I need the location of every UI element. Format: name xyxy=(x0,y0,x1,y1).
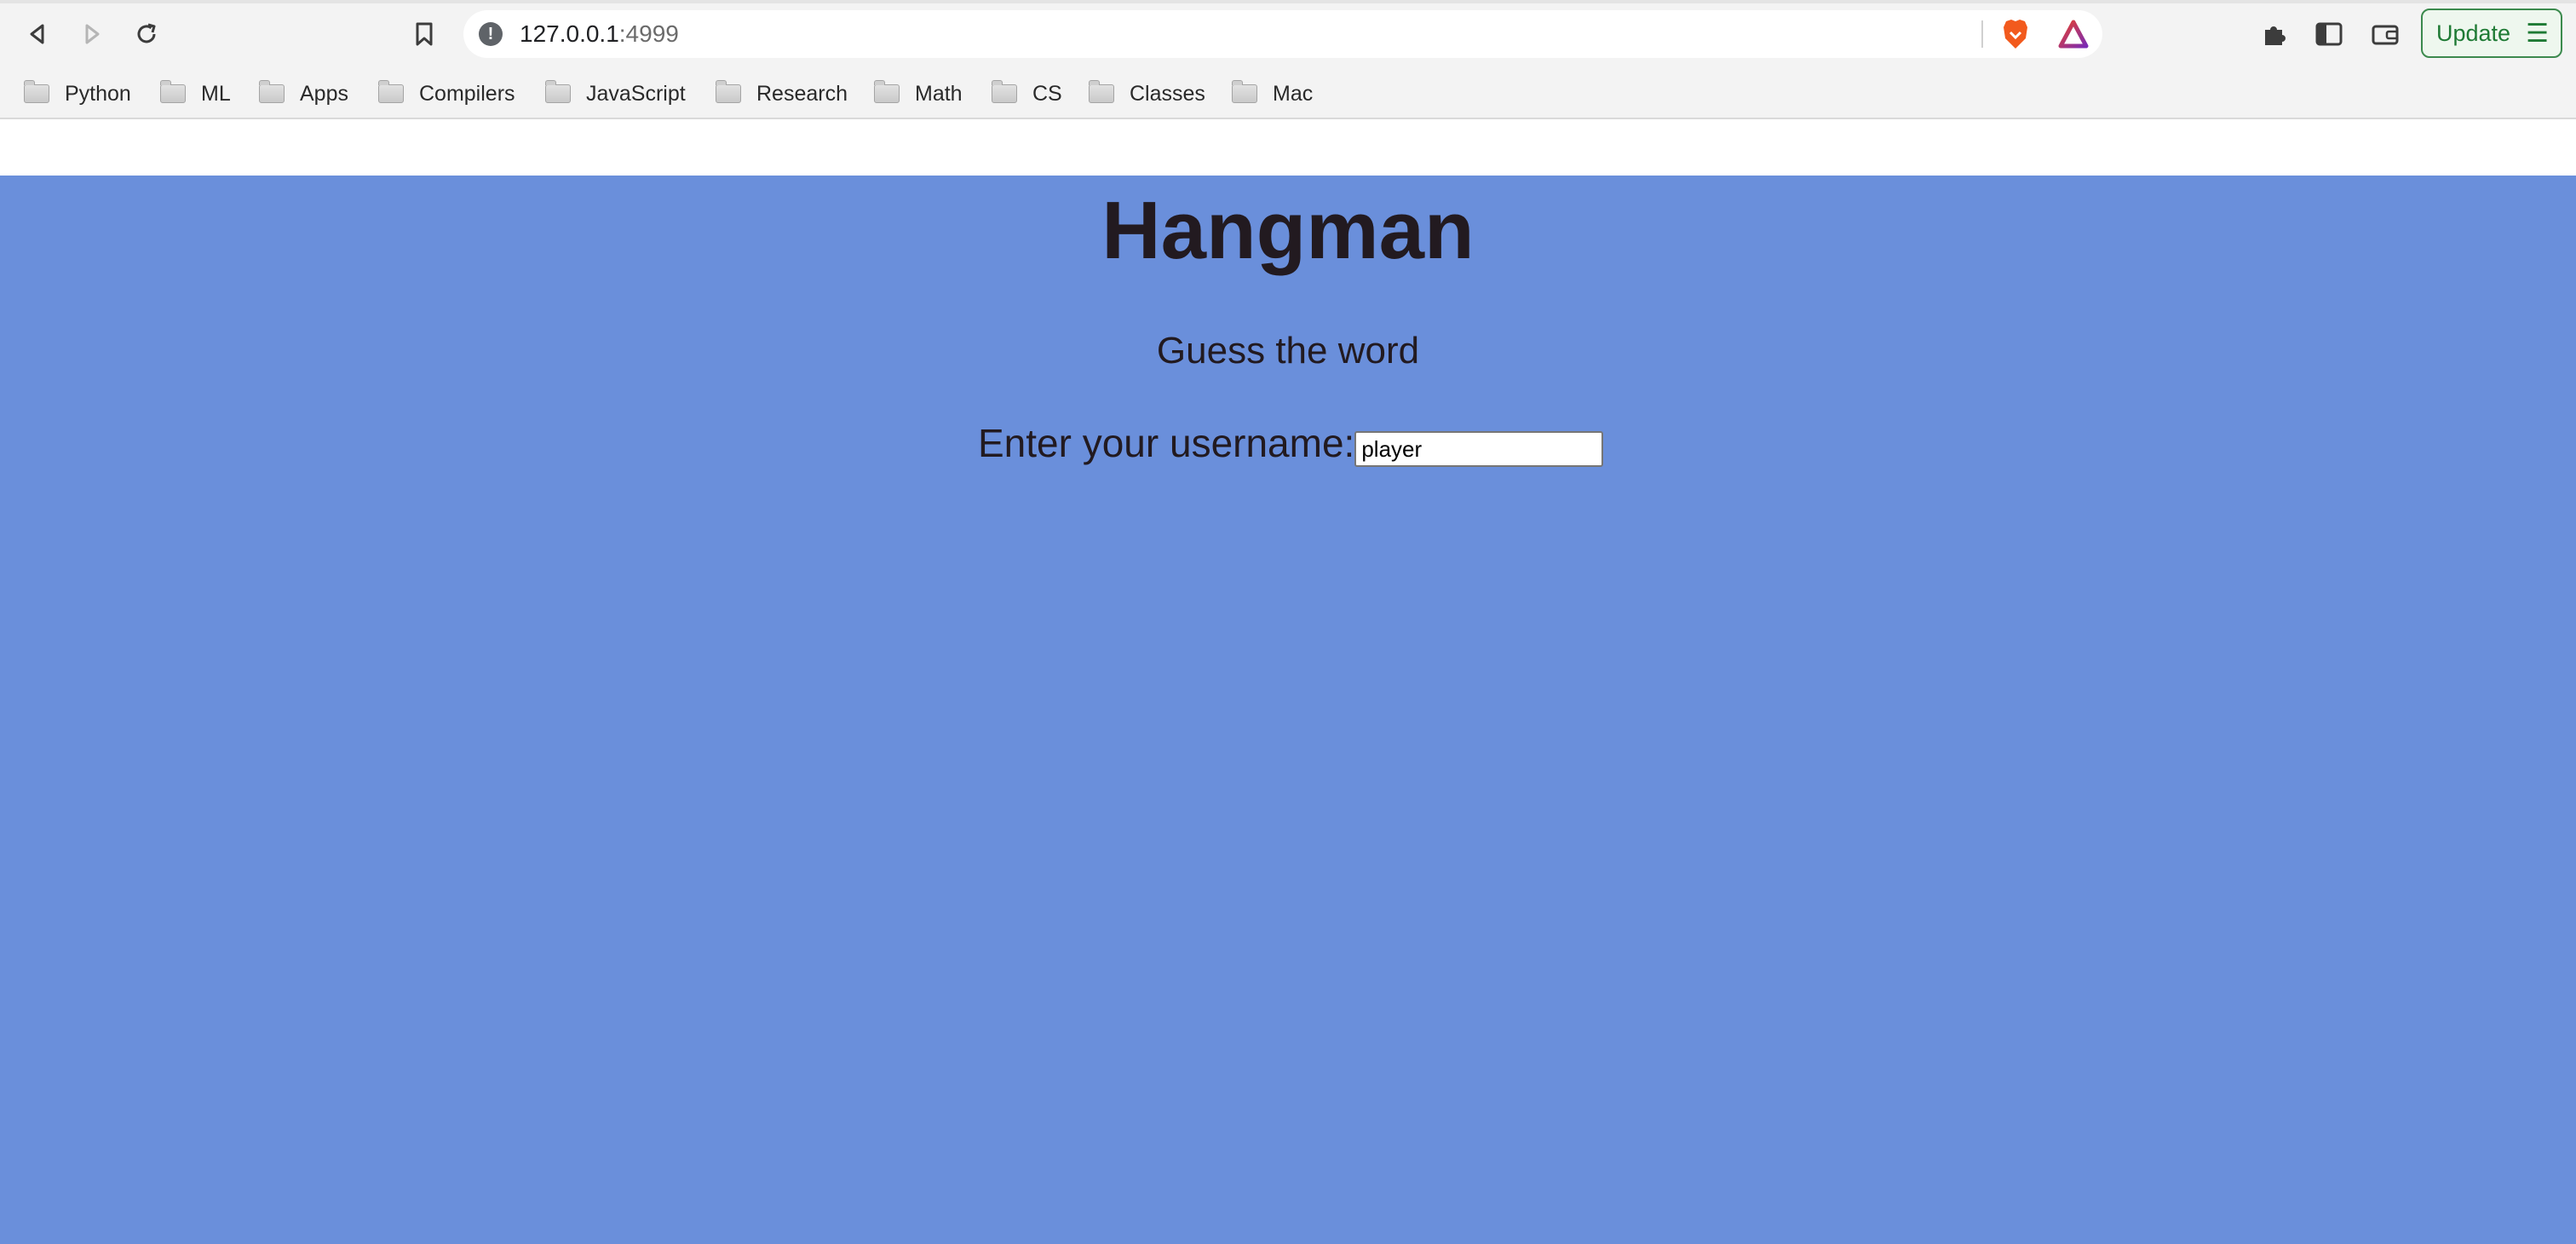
bookmark-label: CS xyxy=(1032,81,1062,106)
folder-icon xyxy=(160,80,186,103)
browser-toolbar: ! 127.0.0.1:4999 Update ☰ xyxy=(0,0,2576,68)
bookmark-label: Mac xyxy=(1273,81,1314,106)
bookmark-label: Apps xyxy=(300,81,348,106)
bookmark-folder-research[interactable]: Research xyxy=(716,77,848,111)
update-label: Update xyxy=(2436,20,2511,46)
wallet-icon[interactable] xyxy=(2366,14,2404,55)
bookmark-label: Math xyxy=(915,81,963,106)
folder-icon xyxy=(1089,80,1114,103)
bookmark-label: JavaScript xyxy=(586,81,686,106)
bookmark-label: Classes xyxy=(1130,81,1205,106)
page-subtitle: Guess the word xyxy=(1156,330,1420,371)
puzzle-icon[interactable] xyxy=(2256,14,2293,55)
bookmark-folder-apps[interactable]: Apps xyxy=(259,77,348,111)
bookmark-label: Python xyxy=(65,81,131,106)
address-bar[interactable]: ! 127.0.0.1:4999 xyxy=(463,10,2102,58)
hamburger-menu-icon[interactable]: ☰ xyxy=(2526,19,2549,49)
brave-lion-icon[interactable] xyxy=(1997,14,2034,55)
page-title: Hangman xyxy=(1101,185,1475,276)
bookmarks-bar: Python ML Apps Compilers JavaScript Rese… xyxy=(0,68,2576,119)
bookmark-label: Research xyxy=(756,81,848,106)
omnibox-divider xyxy=(1981,20,1983,48)
folder-icon xyxy=(1232,80,1257,103)
bookmark-folder-mac[interactable]: Mac xyxy=(1232,77,1313,111)
bookmark-label: Compilers xyxy=(419,81,515,106)
rewards-triangle-icon[interactable] xyxy=(2055,14,2092,55)
folder-icon xyxy=(874,80,900,103)
sidebar-icon[interactable] xyxy=(2310,14,2348,55)
forward-arrow-icon[interactable] xyxy=(72,14,112,55)
bookmark-folder-cs[interactable]: CS xyxy=(992,77,1062,111)
username-form: Enter your username: xyxy=(978,412,1604,469)
folder-icon xyxy=(545,80,571,103)
url-text[interactable]: 127.0.0.1:4999 xyxy=(520,20,679,48)
hangman-page: Hangman Guess the word Enter your userna… xyxy=(0,176,2576,1244)
folder-icon xyxy=(378,80,404,103)
bookmark-icon[interactable] xyxy=(404,14,445,55)
bookmark-folder-compilers[interactable]: Compilers xyxy=(378,77,515,111)
bookmark-folder-classes[interactable]: Classes xyxy=(1089,77,1205,111)
tab-strip xyxy=(0,0,2576,3)
back-arrow-icon[interactable] xyxy=(17,14,58,55)
update-button[interactable]: Update ☰ xyxy=(2421,9,2562,58)
bookmark-folder-ml[interactable]: ML xyxy=(160,77,231,111)
username-label: Enter your username: xyxy=(978,421,1355,465)
page-top-margin xyxy=(0,119,2576,176)
folder-icon xyxy=(24,80,49,103)
reload-icon[interactable] xyxy=(126,14,167,55)
info-icon[interactable]: ! xyxy=(479,22,503,46)
folder-icon xyxy=(992,80,1017,103)
folder-icon xyxy=(716,80,741,103)
bookmark-folder-javascript[interactable]: JavaScript xyxy=(545,77,686,111)
folder-icon xyxy=(259,80,285,103)
bookmark-folder-python[interactable]: Python xyxy=(24,77,131,111)
bookmark-label: ML xyxy=(201,81,231,106)
username-input[interactable] xyxy=(1354,431,1604,467)
bookmark-folder-math[interactable]: Math xyxy=(874,77,963,111)
